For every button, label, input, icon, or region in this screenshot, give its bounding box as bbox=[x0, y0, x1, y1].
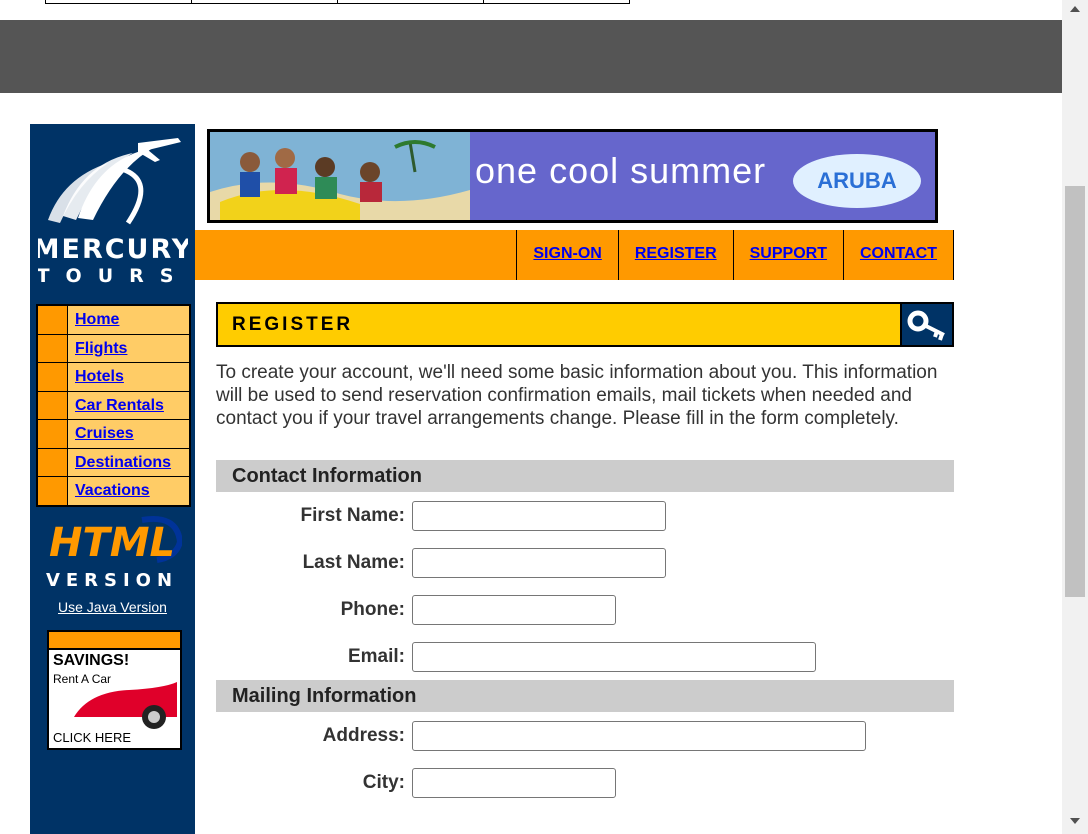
sidebar-link-destinations[interactable]: Destinations bbox=[68, 448, 189, 476]
nav-support[interactable]: SUPPORT bbox=[732, 230, 843, 280]
page-title: REGISTER bbox=[218, 304, 900, 345]
mailing-information-header: Mailing Information bbox=[216, 680, 954, 712]
left-sidebar: MERCURY TOURS Home Flights Hotels Car Re… bbox=[30, 124, 195, 834]
scroll-thumb[interactable] bbox=[1065, 186, 1085, 597]
sidebar-link-hotels[interactable]: Hotels bbox=[68, 363, 189, 391]
scroll-up-arrow-icon[interactable] bbox=[1070, 6, 1080, 12]
email-field[interactable] bbox=[412, 641, 816, 672]
aruba-logo: ARUBA bbox=[793, 154, 921, 208]
top-nav: SIGN-ON REGISTER SUPPORT CONTACT bbox=[195, 230, 954, 280]
html-version-title: HTML bbox=[49, 520, 175, 566]
sidebar-link-home[interactable]: Home bbox=[68, 306, 189, 334]
register-header: REGISTER bbox=[216, 302, 954, 347]
logo-line2: TOURS bbox=[38, 265, 188, 286]
city-field[interactable] bbox=[412, 767, 616, 798]
banner-tagline: one cool summer bbox=[475, 150, 767, 191]
key-icon bbox=[902, 304, 952, 345]
phone-field[interactable] bbox=[412, 594, 616, 625]
logo-line1: MERCURY bbox=[38, 234, 188, 265]
city-row: City: bbox=[216, 759, 954, 806]
city-label: City: bbox=[362, 771, 405, 793]
sidebar-link-flights[interactable]: Flights bbox=[68, 334, 189, 362]
vertical-scrollbar[interactable] bbox=[1062, 0, 1088, 834]
first-name-row: First Name: bbox=[216, 492, 954, 539]
mercury-tours-site: MERCURY TOURS Home Flights Hotels Car Re… bbox=[30, 124, 954, 834]
last-name-row: Last Name: bbox=[216, 539, 954, 586]
sidebar-item-hotels[interactable]: Hotels bbox=[38, 363, 189, 392]
nav-sign-on[interactable]: SIGN-ON bbox=[516, 230, 617, 280]
first-name-label: First Name: bbox=[300, 504, 405, 526]
email-label: Email: bbox=[347, 645, 405, 667]
html-version-subtitle: VERSION bbox=[46, 570, 178, 591]
banner-photo-icon bbox=[210, 132, 470, 220]
sidebar-item-destinations[interactable]: Destinations bbox=[38, 448, 189, 477]
sidebar-item-flights[interactable]: Flights bbox=[38, 334, 189, 363]
sidebar-item-car-rentals[interactable]: Car Rentals bbox=[38, 391, 189, 420]
phone-label: Phone: bbox=[340, 598, 405, 620]
main-content: REGISTER To create your account, we'll n… bbox=[216, 302, 954, 806]
html-version-badge: HTML VERSION bbox=[42, 512, 184, 592]
last-name-label: Last Name: bbox=[302, 551, 405, 573]
nav-register[interactable]: REGISTER bbox=[617, 230, 733, 280]
sidebar-link-car-rentals[interactable]: Car Rentals bbox=[68, 391, 189, 419]
last-name-field[interactable] bbox=[412, 547, 666, 578]
java-version-link[interactable]: Use Java Version bbox=[30, 599, 195, 615]
sidebar-link-cruises[interactable]: Cruises bbox=[68, 420, 189, 448]
address-row: Address: bbox=[216, 712, 954, 759]
intro-text: To create your account, we'll need some … bbox=[216, 362, 938, 429]
scroll-down-arrow-icon[interactable] bbox=[1070, 818, 1080, 824]
contact-information-header: Contact Information bbox=[216, 460, 954, 492]
nav-contact[interactable]: CONTACT bbox=[842, 230, 954, 280]
phone-row: Phone: bbox=[216, 586, 954, 633]
mercury-tours-logo[interactable]: MERCURY TOURS bbox=[33, 128, 191, 287]
ad-cta: CLICK HERE bbox=[53, 730, 132, 745]
top-table-fragment bbox=[45, 0, 630, 4]
address-field[interactable] bbox=[412, 720, 866, 751]
aruba-banner[interactable]: one cool summer ARUBA bbox=[207, 129, 938, 223]
email-row: Email: bbox=[216, 633, 954, 680]
savings-ad[interactable]: SAVINGS! Rent A Car CLICK HERE bbox=[47, 630, 182, 750]
sidebar-link-vacations[interactable]: Vacations bbox=[68, 477, 189, 505]
sidebar-nav: Home Flights Hotels Car Rentals Cruises … bbox=[36, 304, 191, 507]
ad-title: SAVINGS! bbox=[53, 652, 130, 669]
sidebar-item-home[interactable]: Home bbox=[38, 306, 189, 335]
top-banner-band bbox=[0, 20, 1062, 93]
plane-swoosh-icon: MERCURY TOURS bbox=[33, 138, 191, 287]
sidebar-item-vacations[interactable]: Vacations bbox=[38, 477, 189, 505]
sidebar-item-cruises[interactable]: Cruises bbox=[38, 420, 189, 449]
first-name-field[interactable] bbox=[412, 500, 666, 531]
red-car-icon bbox=[74, 682, 177, 729]
address-label: Address: bbox=[322, 724, 405, 746]
